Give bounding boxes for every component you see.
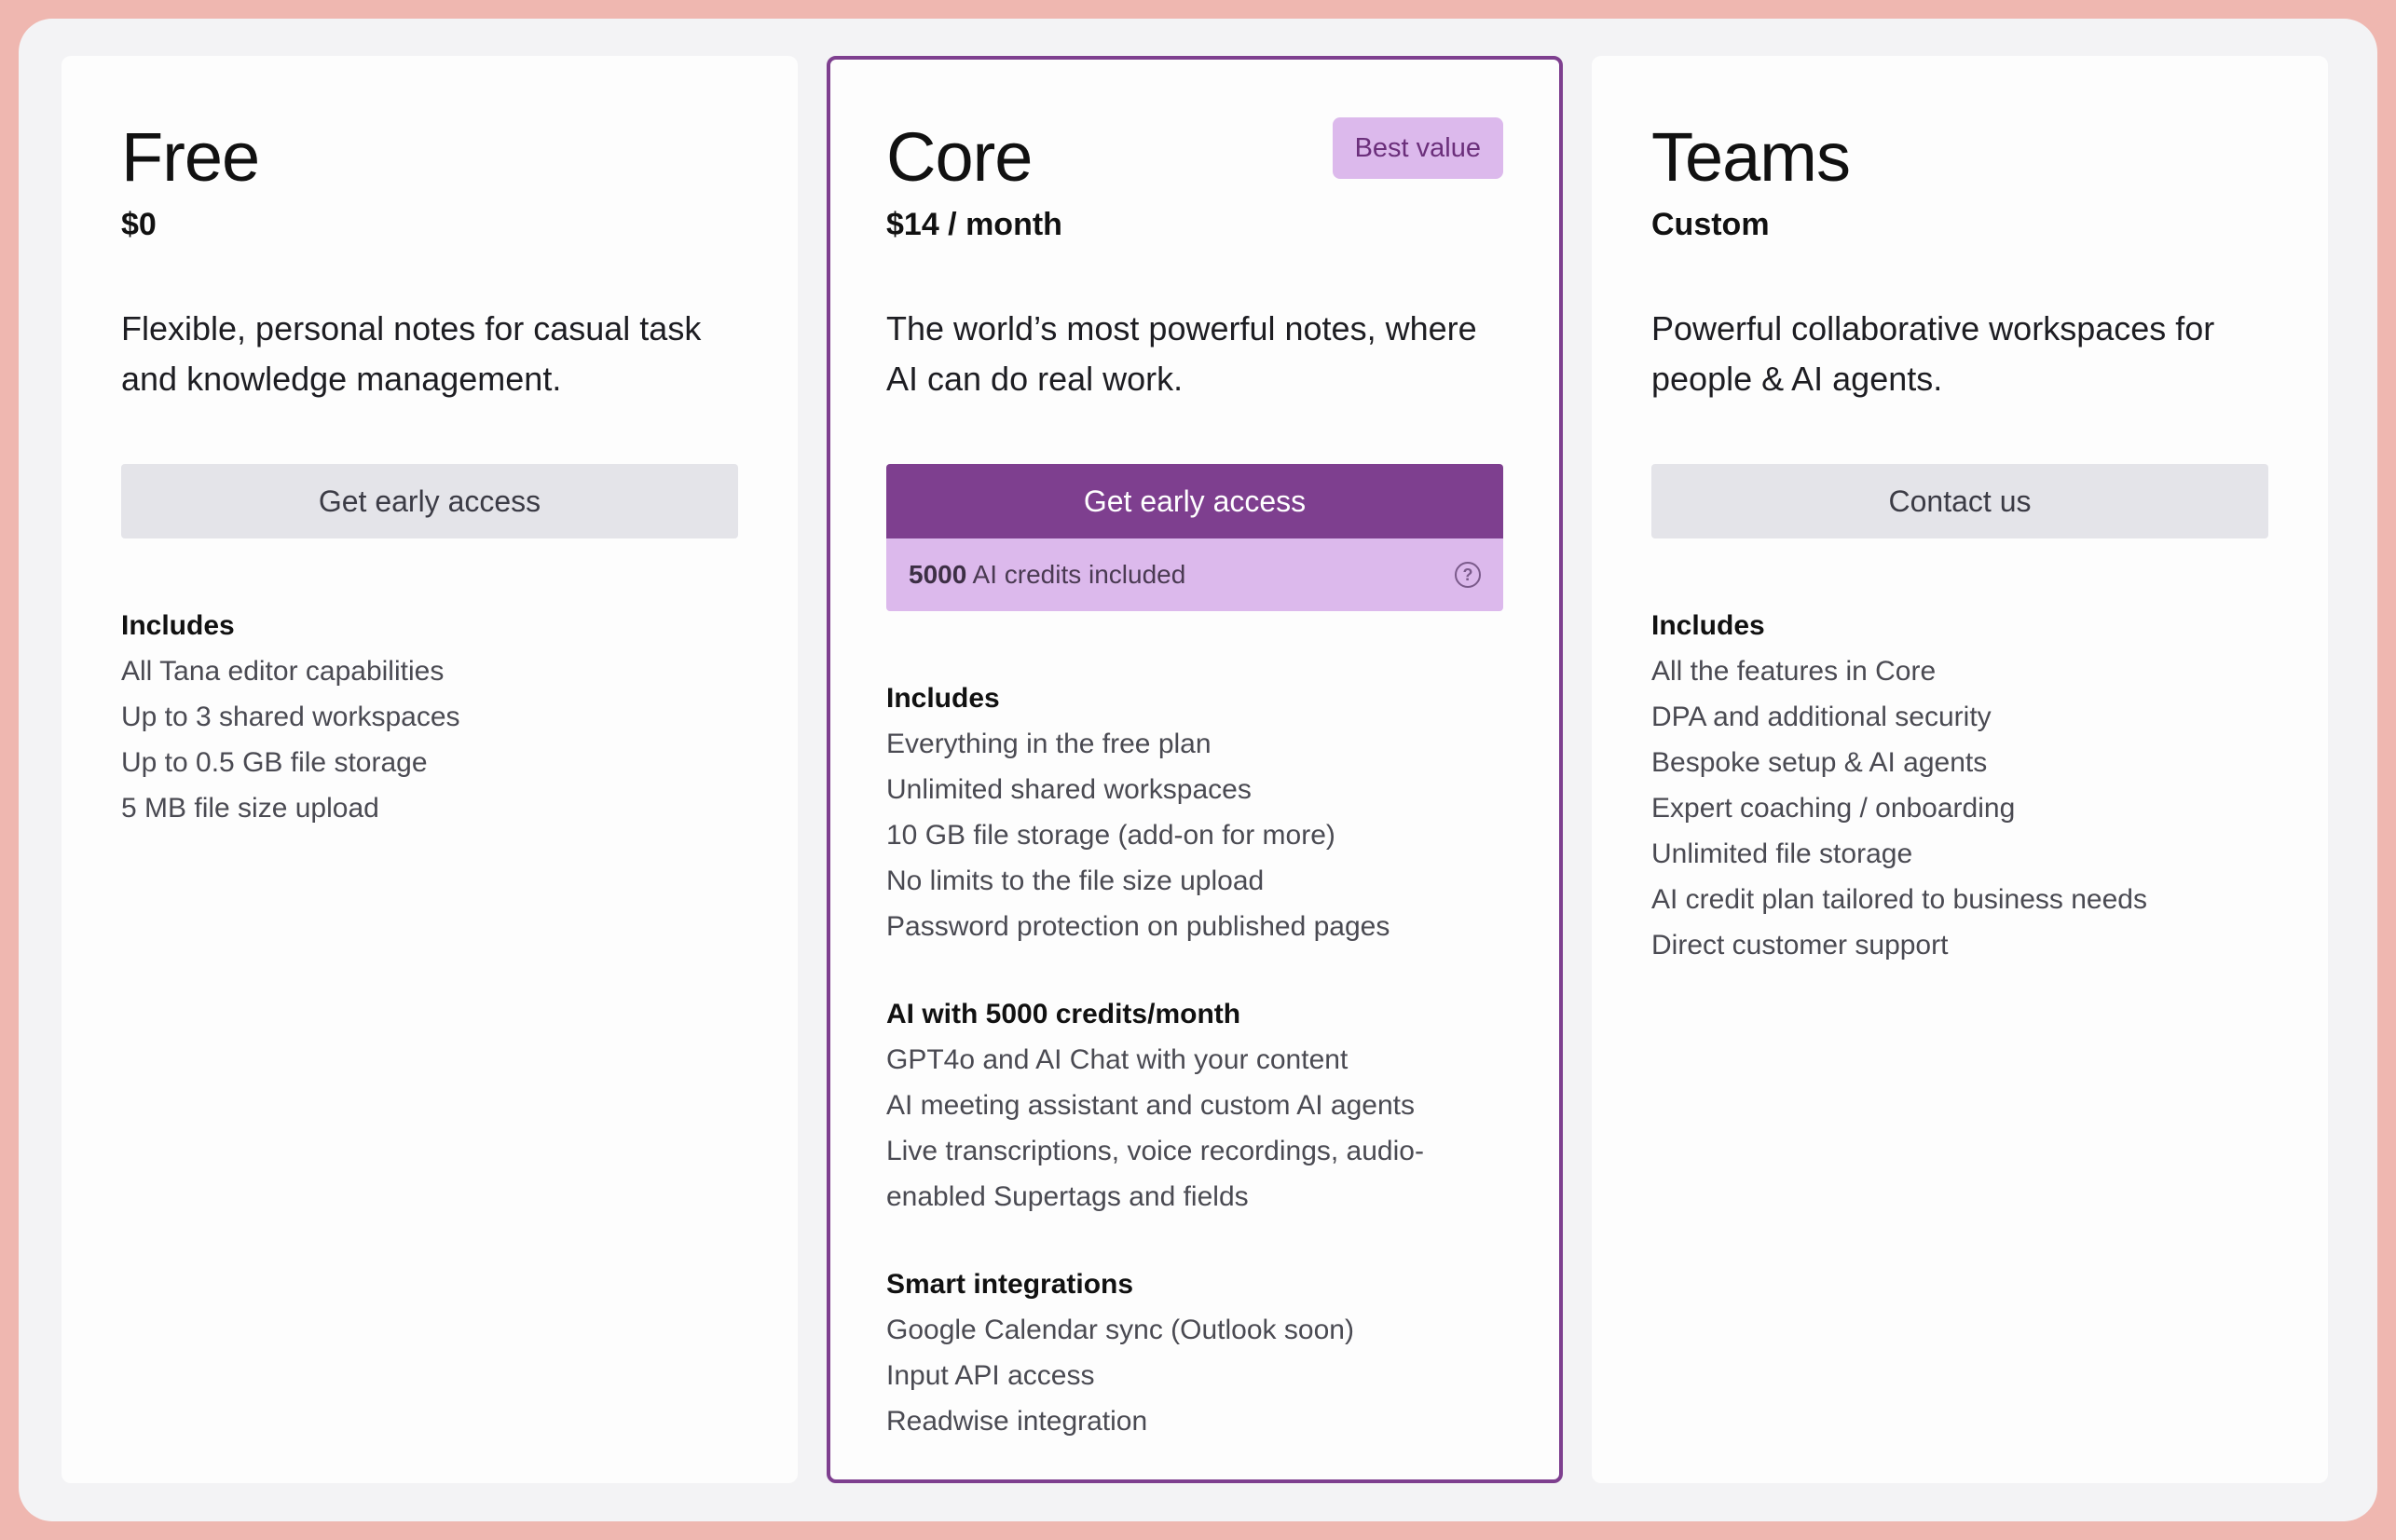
includes-section: Includes All Tana editor capabilities Up… — [121, 604, 738, 831]
pricing-panel: Free $0 Flexible, personal notes for cas… — [19, 19, 2377, 1521]
feature-item: Unlimited file storage — [1651, 838, 1913, 869]
feature-sections: Includes Everything in the free plan Unl… — [886, 676, 1503, 1444]
feature-item: AI meeting assistant and custom AI agent… — [886, 1090, 1415, 1121]
feature-item: 10 GB file storage (add-on for more) — [886, 820, 1335, 851]
feature-item: Unlimited shared workspaces — [886, 774, 1252, 805]
credits-text: 5000 AI credits included — [909, 560, 1185, 590]
question-circle-icon[interactable]: ? — [1455, 562, 1481, 588]
credits-label: AI credits included — [972, 560, 1186, 589]
plan-header: Core Best value — [886, 117, 1503, 198]
plan-card-free: Free $0 Flexible, personal notes for cas… — [62, 56, 798, 1483]
feature-item: Expert coaching / onboarding — [1651, 793, 2016, 824]
feature-item: Readwise integration — [886, 1406, 1148, 1437]
plan-name: Teams — [1651, 118, 1851, 196]
plan-name: Free — [121, 118, 260, 196]
section-title: Includes — [1651, 610, 1765, 641]
get-early-access-button[interactable]: Get early access — [886, 464, 1503, 538]
feature-item: Up to 0.5 GB file storage — [121, 747, 428, 778]
feature-item: Up to 3 shared workspaces — [121, 702, 460, 732]
feature-item: Direct customer support — [1651, 930, 1949, 961]
feature-item: 5 MB file size upload — [121, 793, 379, 824]
includes-section: Includes Everything in the free plan Unl… — [886, 676, 1503, 949]
plan-description: Flexible, personal notes for casual task… — [121, 309, 702, 398]
contact-us-button[interactable]: Contact us — [1651, 464, 2268, 538]
feature-item: Password protection on published pages — [886, 911, 1390, 942]
feature-item: Everything in the free plan — [886, 729, 1212, 759]
plan-header: Free — [121, 117, 738, 198]
plan-price: $0 — [121, 207, 157, 242]
integrations-section: Smart integrations Google Calendar sync … — [886, 1262, 1503, 1444]
get-early-access-button[interactable]: Get early access — [121, 464, 738, 538]
section-title: Includes — [886, 683, 1000, 714]
feature-item: AI credit plan tailored to business need… — [1651, 884, 2147, 915]
feature-item: Google Calendar sync (Outlook soon) — [886, 1315, 1354, 1345]
section-title: Includes — [121, 610, 235, 641]
plan-card-core: Core Best value $14 / month The world’s … — [827, 56, 1563, 1483]
feature-item: All the features in Core — [1651, 656, 1937, 687]
plan-description: Powerful collaborative workspaces for pe… — [1651, 309, 2215, 398]
section-title: AI with 5000 credits/month — [886, 999, 1241, 1029]
feature-item: All Tana editor capabilities — [121, 656, 445, 687]
feature-item: GPT4o and AI Chat with your content — [886, 1044, 1349, 1075]
credits-amount: 5000 — [909, 560, 967, 589]
plan-header: Teams — [1651, 117, 2268, 198]
feature-item: Input API access — [886, 1360, 1095, 1391]
feature-item: Bespoke setup & AI agents — [1651, 747, 1988, 778]
section-title: Smart integrations — [886, 1269, 1134, 1300]
feature-item: Live transcriptions, voice recordings, a… — [886, 1136, 1424, 1212]
includes-section: Includes All the features in Core DPA an… — [1651, 604, 2268, 968]
plan-card-teams: Teams Custom Powerful collaborative work… — [1592, 56, 2328, 1483]
plan-description: The world’s most powerful notes, where A… — [886, 309, 1477, 398]
plan-price: $14 / month — [886, 207, 1062, 242]
best-value-badge: Best value — [1332, 117, 1503, 179]
plan-price: Custom — [1651, 207, 1770, 242]
feature-item: DPA and additional security — [1651, 702, 1992, 732]
feature-item: No limits to the file size upload — [886, 865, 1265, 896]
ai-section: AI with 5000 credits/month GPT4o and AI … — [886, 992, 1503, 1220]
ai-credits-banner: 5000 AI credits included ? — [886, 538, 1503, 611]
